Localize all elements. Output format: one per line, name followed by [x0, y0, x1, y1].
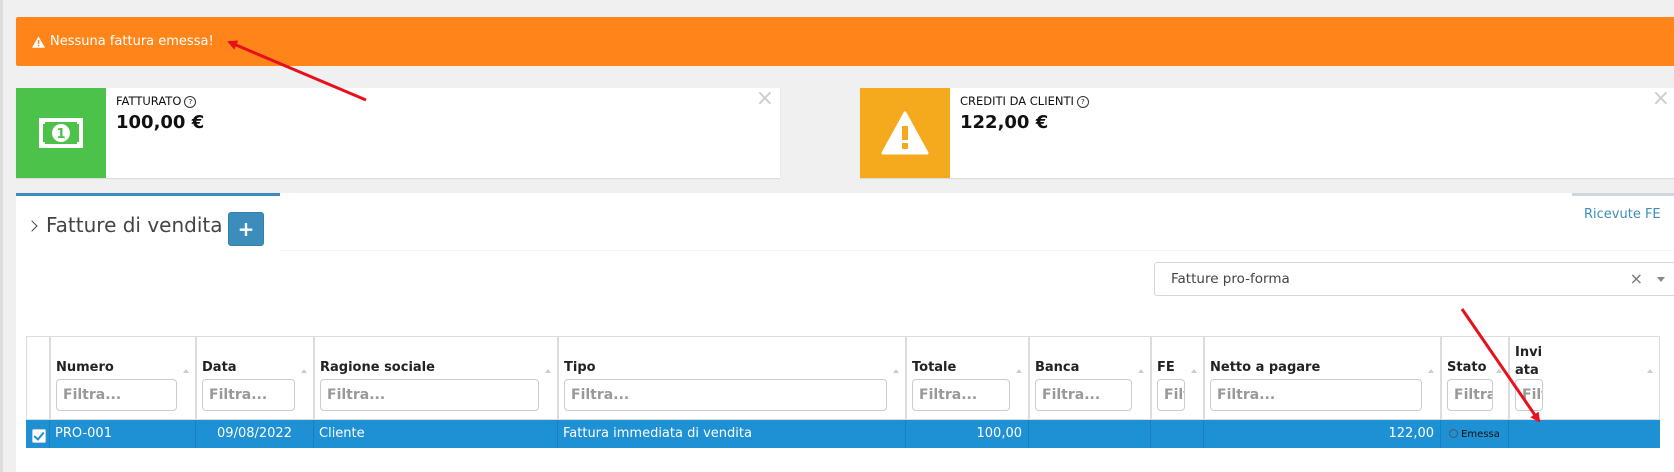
column-header-data[interactable]: Data — [196, 336, 314, 420]
column-header-banca[interactable]: Banca — [1029, 336, 1151, 420]
window-edge — [0, 0, 3, 472]
svg-text:1: 1 — [56, 127, 65, 142]
sort-icon[interactable] — [1016, 369, 1022, 373]
cell-banca — [1029, 420, 1151, 448]
filter-input-tipo[interactable] — [564, 379, 887, 411]
filter-input-stato[interactable] — [1447, 379, 1493, 411]
help-icon[interactable]: ? — [1076, 95, 1089, 108]
ricevute-fe-link[interactable]: Ricevute FE — [1584, 207, 1661, 222]
filter-input-netto-a-pagare[interactable] — [1210, 379, 1422, 411]
infobox-value: 100,00 € — [116, 112, 205, 133]
infobox-fatturato: 1 FATTURATO? 100,00 € × — [16, 86, 780, 178]
infobox-label: CREDITI DA CLIENTI? — [960, 94, 1089, 108]
infobox-icon-box: 1 — [16, 88, 106, 178]
warning-icon — [881, 111, 929, 155]
infobox-value: 122,00 € — [960, 112, 1049, 133]
warning-icon — [32, 35, 45, 48]
tabs-divider — [280, 250, 1674, 251]
filter-input-fe[interactable] — [1157, 379, 1185, 411]
status-badge: Emessa — [1447, 428, 1502, 442]
chevron-down-icon[interactable] — [1657, 277, 1665, 282]
infobox-label: FATTURATO? — [116, 94, 197, 108]
table-row[interactable]: PRO-001 09/08/2022 Cliente Fattura immed… — [26, 420, 1660, 448]
row-select-cell[interactable] — [26, 420, 50, 448]
sort-icon[interactable] — [183, 369, 189, 373]
cell-ragione-sociale: Cliente — [314, 420, 558, 448]
sort-icon[interactable] — [1191, 369, 1197, 373]
cell-inviata — [1509, 420, 1660, 448]
column-header-numero[interactable]: Numero — [50, 336, 196, 420]
segment-select-value: Fatture pro-forma — [1171, 271, 1290, 287]
filter-input-ragione-sociale[interactable] — [320, 379, 539, 411]
alert-text: Nessuna fattura emessa! — [50, 34, 214, 49]
cell-fe — [1151, 420, 1204, 448]
column-header-netto-a-pagare[interactable]: Netto a pagare — [1204, 336, 1441, 420]
segment-select[interactable]: Fatture pro-forma × — [1154, 262, 1674, 296]
cell-data: 09/08/2022 — [196, 420, 314, 448]
cell-totale: 100,00 — [906, 420, 1029, 448]
tab-fatture-di-vendita[interactable]: Fatture di vendita + — [16, 193, 280, 251]
chevron-right-icon — [26, 220, 38, 232]
select-all-header[interactable] — [26, 336, 50, 420]
filter-input-banca[interactable] — [1035, 379, 1132, 411]
money-bill-icon: 1 — [39, 118, 83, 148]
sort-icon[interactable] — [1647, 369, 1653, 373]
page-title: Fatture di vendita — [26, 213, 223, 237]
filter-input-totale[interactable] — [912, 379, 1010, 411]
sort-icon[interactable] — [1428, 369, 1434, 373]
invoices-table: Numero Data Ragione sociale Tipo Totale … — [26, 336, 1660, 448]
infobox-crediti: CREDITI DA CLIENTI? 122,00 € × — [860, 86, 1674, 178]
close-icon[interactable]: × — [756, 86, 774, 111]
tab-indicator — [1572, 193, 1674, 196]
filter-input-inviata[interactable] — [1515, 379, 1543, 411]
column-header-tipo[interactable]: Tipo — [558, 336, 906, 420]
column-header-fe[interactable]: FE — [1151, 336, 1204, 420]
column-header-totale[interactable]: Totale — [906, 336, 1029, 420]
sort-icon[interactable] — [1496, 369, 1502, 373]
cell-netto: 122,00 — [1204, 420, 1441, 448]
sort-icon[interactable] — [893, 369, 899, 373]
infobox-icon-box — [860, 88, 950, 178]
checkbox-icon[interactable] — [32, 429, 46, 443]
sort-icon[interactable] — [1138, 369, 1144, 373]
alert-banner: Nessuna fattura emessa! — [16, 17, 1674, 66]
close-icon[interactable]: × — [1652, 86, 1670, 111]
add-invoice-button[interactable]: + — [228, 212, 264, 246]
column-header-stato[interactable]: Stato — [1441, 336, 1509, 420]
cell-stato: Emessa — [1441, 420, 1509, 448]
help-icon[interactable]: ? — [184, 95, 197, 108]
cell-numero: PRO-001 — [50, 420, 196, 448]
clock-icon — [1449, 429, 1459, 438]
filter-input-numero[interactable] — [56, 379, 177, 411]
filter-input-data[interactable] — [202, 379, 295, 411]
sort-icon[interactable] — [301, 369, 307, 373]
cell-tipo: Fattura immediata di vendita — [558, 420, 906, 448]
column-header-ragione-sociale[interactable]: Ragione sociale — [314, 336, 558, 420]
sort-icon[interactable] — [545, 369, 551, 373]
clear-icon[interactable]: × — [1630, 269, 1643, 288]
column-header-inviata[interactable]: Invi ata — [1509, 336, 1660, 420]
